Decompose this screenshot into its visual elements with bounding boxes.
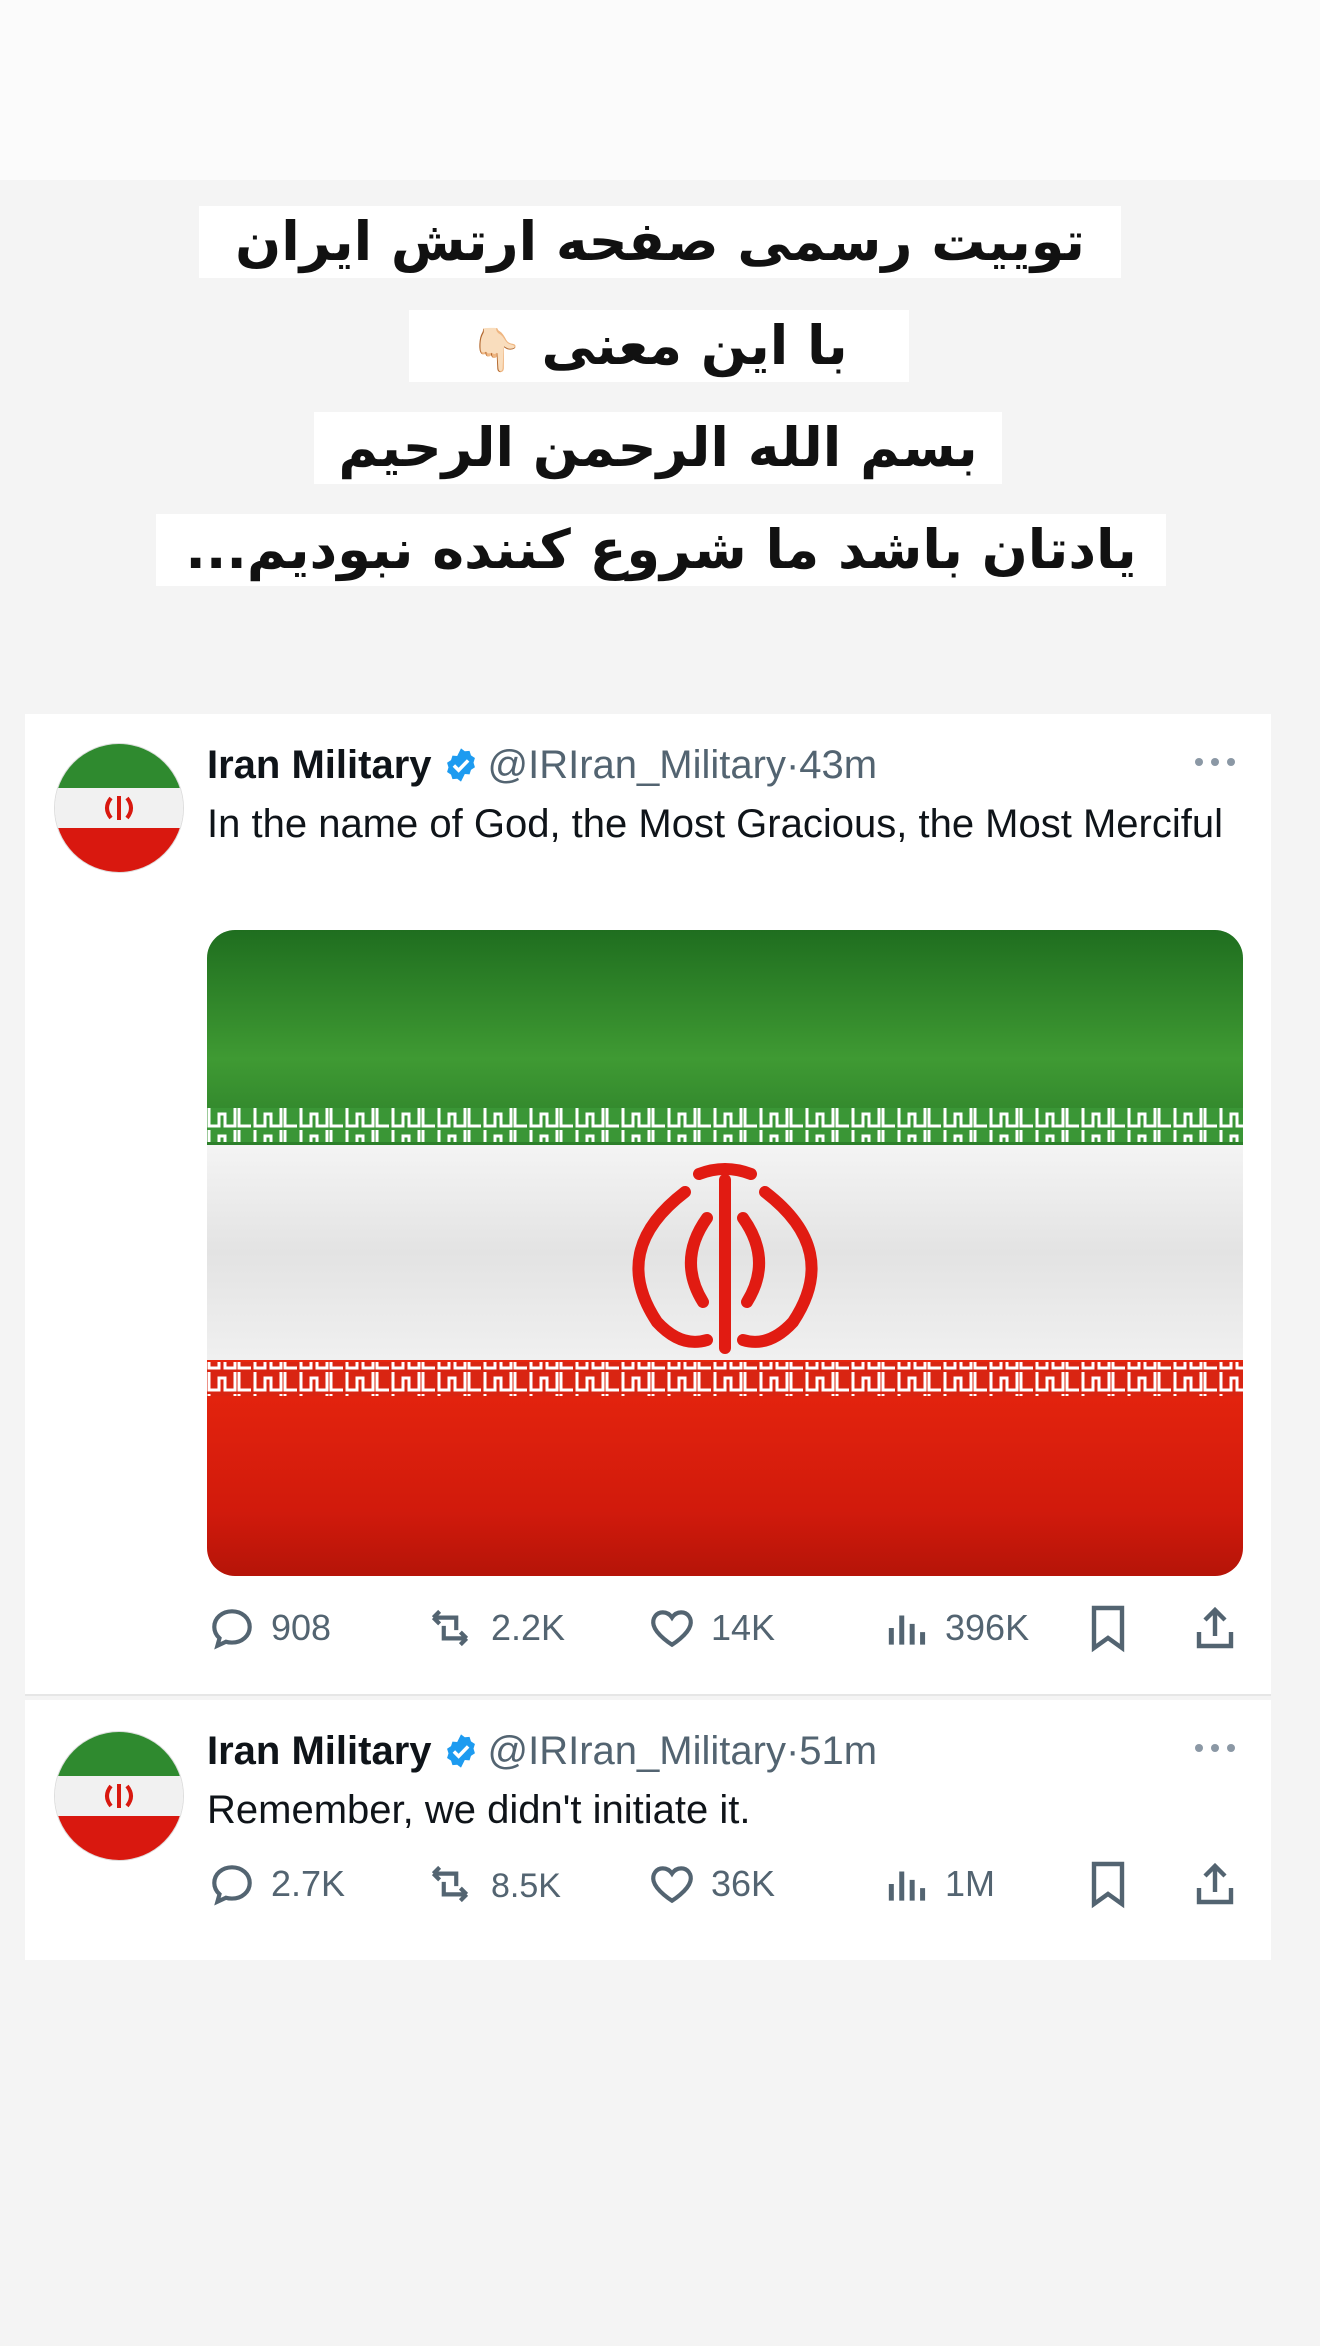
more-icon[interactable] [1191, 1738, 1239, 1758]
tweet-actions: 2.7K 8.5K 36K 1M [207, 1854, 1243, 1914]
caption-line-2-text: با این معنی [541, 314, 848, 377]
reply-button[interactable]: 908 [207, 1598, 331, 1658]
reply-button[interactable]: 2.7K [207, 1854, 345, 1914]
reply-icon [212, 1609, 252, 1650]
bookmark-icon [1091, 1605, 1125, 1653]
views-count: 396K [945, 1607, 1030, 1648]
like-icon [651, 1610, 693, 1648]
avatar[interactable] [55, 744, 183, 872]
avatar[interactable] [55, 1732, 183, 1860]
tweet-header: Iran Military @IRIran_Military·43m [207, 740, 877, 790]
caption-line-1: توییت رسمی صفحه ارتش ایران [199, 206, 1121, 278]
views-button[interactable]: 396K [885, 1598, 1029, 1658]
iran-flag-avatar-icon [55, 744, 183, 872]
tweet-actions: 908 2.2K 14K 396K [207, 1598, 1243, 1658]
views-count: 1M [945, 1863, 996, 1904]
views-icon [888, 1615, 926, 1645]
like-count: 36K [711, 1863, 776, 1904]
tweet-text: In the name of God, the Most Gracious, t… [207, 802, 1223, 846]
caption-line-3: بسم الله الرحمن الرحیم [314, 412, 1002, 484]
like-icon [651, 1866, 693, 1904]
caption-line-4: یادتان باشد ما شروع کننده نبودیم... [156, 514, 1166, 586]
story-top-band [0, 0, 1320, 180]
user-handle[interactable]: @IRIran_Military [488, 743, 786, 787]
share-icon [1196, 1606, 1234, 1649]
iran-flag-avatar-icon [55, 1732, 183, 1860]
share-button[interactable] [1191, 1598, 1239, 1658]
tweet-text: Remember, we didn't initiate it. [207, 1788, 751, 1832]
tweet-media-image[interactable] [207, 930, 1243, 1576]
verified-icon [446, 1734, 475, 1768]
tweet-card-2[interactable]: Iran Military @IRIran_Military·51m Rememb… [25, 1700, 1271, 1960]
tweet-time[interactable]: 43m [799, 743, 877, 787]
separator-dot: · [785, 1729, 800, 1773]
verified-icon [446, 748, 475, 782]
bookmark-button[interactable] [1085, 1598, 1131, 1658]
tweet-header: Iran Military @IRIran_Military·51m [207, 1726, 877, 1776]
like-button[interactable]: 14K [647, 1598, 775, 1658]
tweet-card-1[interactable]: Iran Military @IRIran_Military·43m In the… [25, 714, 1271, 1694]
like-button[interactable]: 36K [647, 1854, 775, 1914]
pointing-down-emoji: 👇🏻 [470, 325, 523, 374]
views-icon [888, 1871, 926, 1901]
repost-button[interactable]: 8.5K [423, 1854, 561, 1914]
share-button[interactable] [1191, 1854, 1239, 1914]
caption-line-2: با این معنی 👇🏻 [409, 310, 909, 382]
views-button[interactable]: 1M [885, 1854, 995, 1914]
iran-flag-image-icon [207, 930, 1243, 1576]
display-name[interactable]: Iran Military [207, 1729, 432, 1773]
like-count: 14K [711, 1607, 776, 1648]
reply-count: 908 [271, 1607, 332, 1648]
reply-count: 2.7K [271, 1863, 346, 1904]
share-icon [1196, 1862, 1234, 1905]
tweet-time[interactable]: 51m [799, 1729, 877, 1773]
repost-count: 8.5K [491, 1867, 561, 1905]
repost-icon [431, 1609, 469, 1647]
repost-button[interactable]: 2.2K [423, 1598, 565, 1658]
repost-count: 2.2K [491, 1607, 566, 1648]
separator-dot: · [785, 743, 800, 787]
user-handle[interactable]: @IRIran_Military [488, 1729, 786, 1773]
bookmark-button[interactable] [1085, 1854, 1131, 1914]
bookmark-icon [1091, 1861, 1125, 1909]
repost-icon [431, 1865, 469, 1903]
display-name[interactable]: Iran Military [207, 743, 432, 787]
tweet-divider [25, 1694, 1271, 1696]
more-icon[interactable] [1191, 752, 1239, 772]
reply-icon [212, 1865, 252, 1906]
